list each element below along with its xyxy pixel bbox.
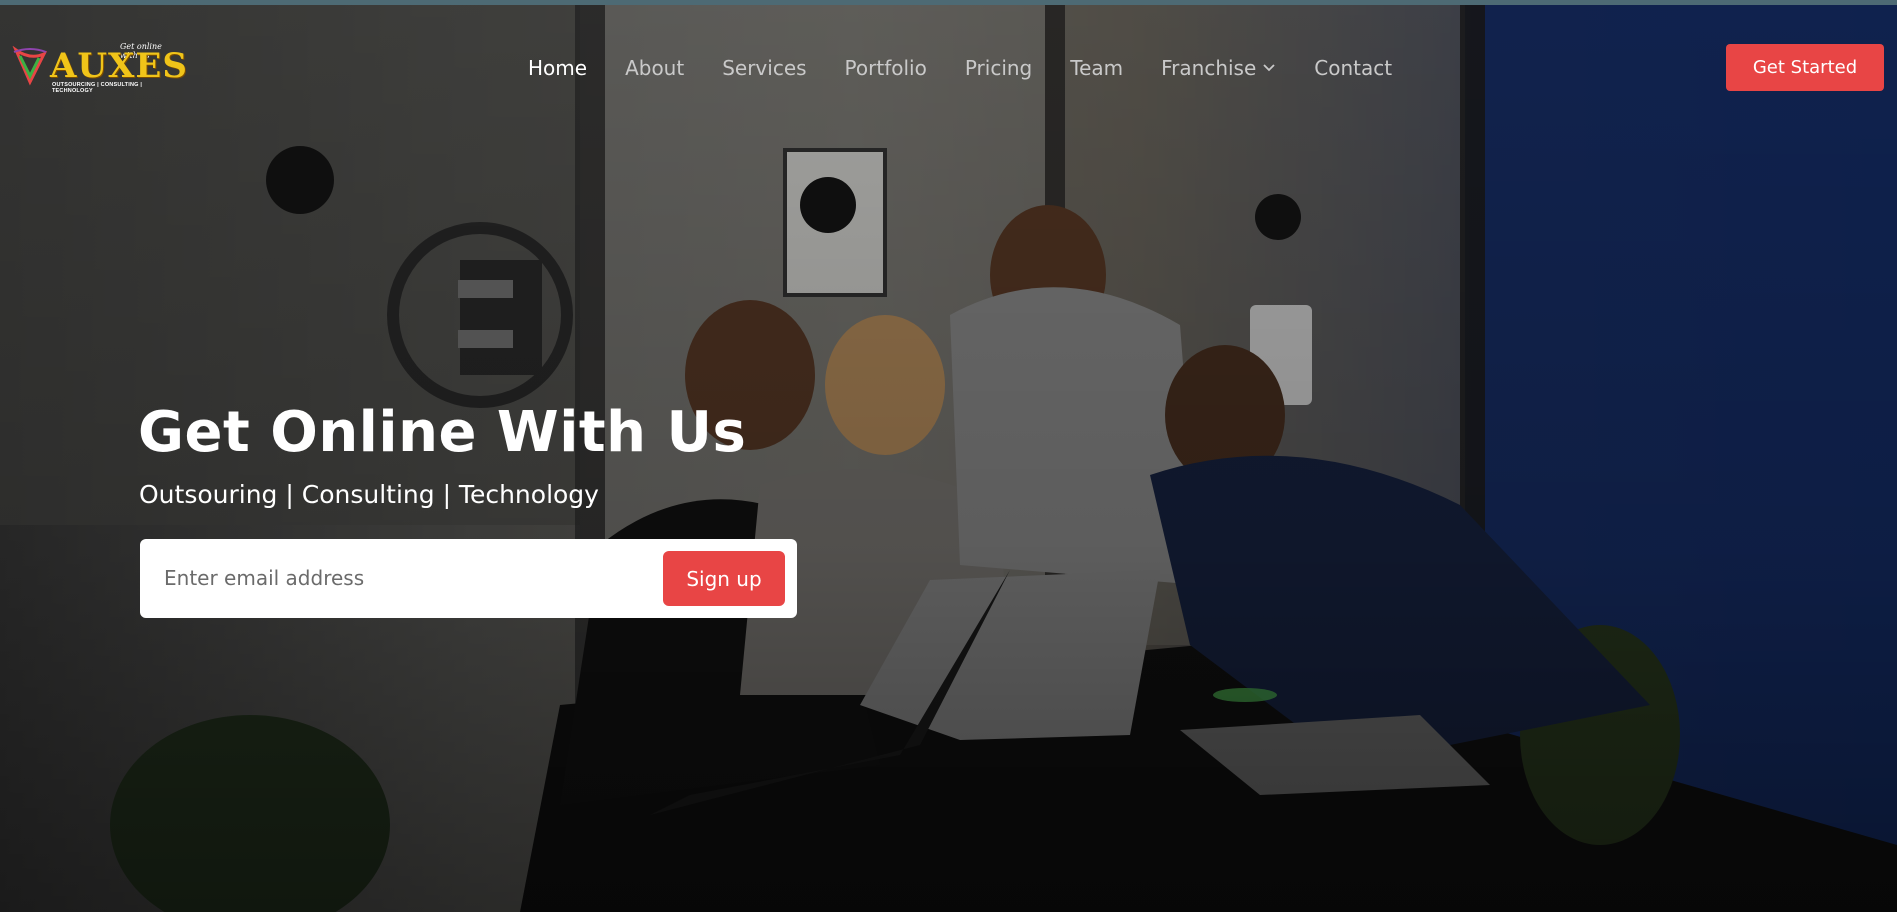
nav-item-franchise[interactable]: Franchise (1161, 56, 1276, 80)
nav-item-label: Home (528, 56, 588, 80)
nav-item-about[interactable]: About (625, 56, 684, 80)
signup-button[interactable]: Sign up (663, 551, 785, 606)
brand-logo[interactable]: Get online with us AUXES OUTSOURCING | C… (12, 42, 187, 94)
newsletter-signup-form: Sign up (140, 539, 797, 618)
nav-item-label: Contact (1314, 56, 1393, 80)
nav-item-label: Pricing (964, 56, 1033, 80)
nav-item-label: Franchise (1161, 56, 1257, 80)
chevron-down-icon (1263, 64, 1275, 72)
logo-wordmark: AUXES (50, 46, 188, 86)
get-started-button[interactable]: Get Started (1726, 44, 1884, 91)
email-input[interactable] (164, 557, 664, 599)
logo-subline: OUTSOURCING | CONSULTING | TECHNOLOGY (52, 82, 143, 94)
logo-emblem-icon (12, 46, 48, 86)
site-header: Get online with us AUXES OUTSOURCING | C… (0, 0, 1897, 135)
nav-item-pricing[interactable]: Pricing (965, 56, 1032, 80)
nav-item-label: About (625, 56, 685, 80)
nav-item-services[interactable]: Services (722, 56, 806, 80)
nav-item-team[interactable]: Team (1070, 56, 1123, 80)
main-nav: Home About Services Portfolio Pricing Te… (528, 55, 1430, 81)
nav-item-label: Services (722, 56, 807, 80)
hero-subtitle: Outsouring | Consulting | Technology (139, 480, 599, 509)
nav-item-contact[interactable]: Contact (1314, 56, 1392, 80)
nav-item-home[interactable]: Home (528, 56, 587, 80)
nav-item-portfolio[interactable]: Portfolio (845, 56, 927, 80)
nav-item-label: Portfolio (844, 56, 927, 80)
nav-item-label: Team (1070, 56, 1124, 80)
hero-title: Get Online With Us (138, 400, 747, 465)
